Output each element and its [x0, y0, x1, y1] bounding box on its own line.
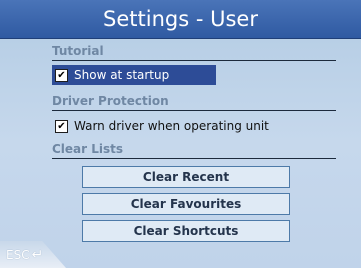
esc-label: ESC: [6, 247, 30, 262]
warn-driver-checkbox[interactable]: ✔: [55, 119, 68, 133]
show-at-startup-checkbox-row[interactable]: ✔ Show at startup: [52, 65, 216, 85]
clear-shortcuts-button[interactable]: Clear Shortcuts: [82, 220, 290, 242]
section-title-tutorial: Tutorial: [52, 44, 104, 58]
show-at-startup-checkbox[interactable]: ✔: [55, 68, 68, 82]
section-title-clear-lists: Clear Lists: [52, 142, 124, 156]
section-divider: [52, 110, 336, 111]
checkmark-icon: ✔: [57, 120, 66, 132]
warn-driver-checkbox-row[interactable]: ✔ Warn driver when operating unit: [52, 116, 269, 136]
settings-window: Settings - User Tutorial ✔ Show at start…: [0, 0, 361, 268]
warn-driver-label: Warn driver when operating unit: [74, 119, 269, 133]
window-title: Settings - User: [0, 0, 361, 39]
section-title-driver-protection: Driver Protection: [52, 94, 169, 108]
return-arrow-icon: ↵: [31, 246, 44, 263]
show-at-startup-label: Show at startup: [74, 68, 170, 82]
clear-recent-button[interactable]: Clear Recent: [82, 166, 290, 188]
section-divider: [52, 60, 336, 61]
settings-panel: Tutorial ✔ Show at startup Driver Protec…: [0, 39, 361, 268]
section-divider: [52, 158, 336, 159]
checkmark-icon: ✔: [57, 69, 66, 81]
clear-favourites-button[interactable]: Clear Favourites: [82, 193, 290, 215]
